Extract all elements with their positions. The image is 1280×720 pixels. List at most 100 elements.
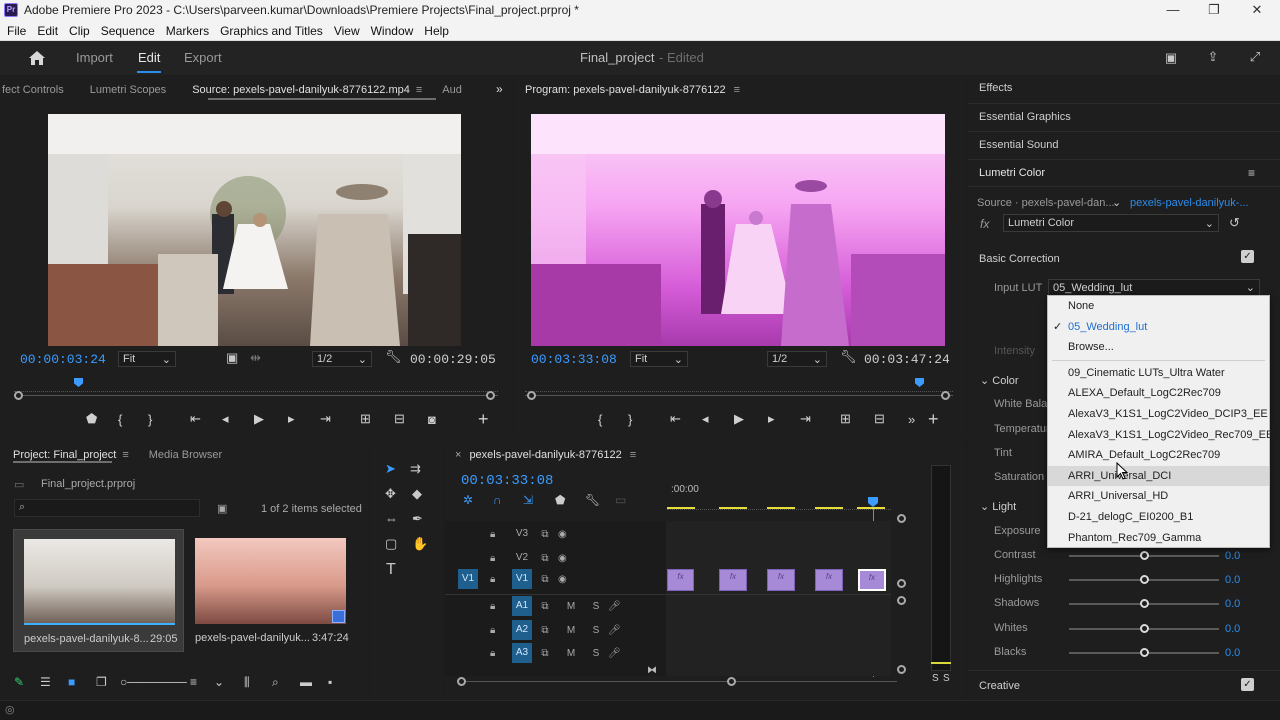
lock-icon[interactable]: 🔒︎ — [490, 574, 512, 585]
tab-source[interactable]: Source: pexels-pavel-danilyuk-8776122.mp… — [192, 84, 410, 96]
timeline-clip[interactable]: fx — [815, 569, 843, 591]
timeline-clip-selected[interactable]: fx — [858, 569, 886, 591]
eye-icon[interactable]: ◉ — [558, 574, 567, 585]
step-back-icon[interactable]: ◂ — [222, 411, 254, 427]
timeline-clip[interactable]: fx — [767, 569, 795, 591]
track-select-tool-icon[interactable]: ⇉ — [410, 461, 421, 477]
light-section-header[interactable]: ⌄ Light — [980, 500, 1016, 513]
zoom-to-fit-icon[interactable]: ⧓ — [647, 665, 657, 676]
menu-markers[interactable]: Markers — [166, 24, 209, 38]
automate-icon[interactable]: ⫼ — [244, 675, 272, 690]
go-to-out-icon[interactable]: ⇥ — [800, 411, 840, 427]
wrench-icon[interactable]: 🔧︎ — [385, 349, 402, 365]
ripple-edit-tool-icon[interactable]: ✥ — [385, 486, 396, 502]
lock-icon[interactable]: 🔒︎ — [490, 529, 512, 540]
import-tab[interactable]: Import — [76, 50, 113, 65]
edit-tab[interactable]: Edit — [138, 50, 160, 65]
contrast-value[interactable]: 0.0 — [1225, 550, 1240, 562]
timeline-clip[interactable]: fx — [719, 569, 747, 591]
mark-in-icon[interactable]: { — [118, 412, 148, 427]
sync-icon[interactable]: ⧉ — [532, 625, 558, 636]
fullscreen-icon[interactable]: ⤢ — [1246, 49, 1264, 65]
pen-tool-icon[interactable]: ✒ — [412, 511, 423, 527]
sync-icon[interactable]: ⧉ — [532, 529, 558, 540]
overwrite-icon[interactable]: ⊟ — [394, 411, 428, 427]
h-scroll-right[interactable] — [727, 677, 736, 686]
source-fit-dropdown[interactable]: Fit ⌄ — [118, 351, 176, 367]
go-to-out-icon[interactable]: ⇥ — [320, 411, 360, 427]
menu-graphics[interactable]: Graphics and Titles — [220, 24, 323, 38]
source-timecode[interactable]: 00:00:03:24 — [20, 352, 106, 367]
workspaces-icon[interactable]: ▣ — [1162, 50, 1180, 66]
panel-menu-icon[interactable]: ≡ — [734, 84, 740, 96]
mark-out-icon[interactable]: } — [148, 412, 190, 427]
step-back-icon[interactable]: ◂ — [702, 411, 734, 427]
slider-knob[interactable] — [1140, 624, 1149, 633]
mute-button[interactable]: M — [558, 625, 584, 636]
track-label[interactable]: A1 — [512, 596, 532, 616]
new-bin-icon[interactable]: ▣ — [217, 502, 227, 515]
lut-option-none[interactable]: None — [1048, 296, 1269, 317]
menu-window[interactable]: Window — [371, 24, 414, 38]
marker-icon[interactable]: ⬟ — [86, 411, 118, 427]
lock-icon[interactable]: 🔒︎ — [490, 625, 512, 636]
slider-knob[interactable] — [1140, 575, 1149, 584]
shadows-value[interactable]: 0.0 — [1225, 598, 1240, 610]
lumetri-clip-label[interactable]: pexels-pavel-danilyuk-... — [1130, 197, 1249, 209]
source-time-ruler[interactable] — [14, 382, 498, 392]
v-scroll-handle[interactable] — [897, 579, 906, 588]
solo-button[interactable]: S — [584, 648, 608, 659]
close-button[interactable]: ✕ — [1242, 1, 1272, 19]
lut-option[interactable]: ALEXA_Default_LogC2Rec709 — [1048, 383, 1269, 404]
home-icon[interactable] — [28, 50, 46, 66]
eye-icon[interactable]: ◉ — [558, 553, 567, 564]
freeform-view-icon[interactable]: ❐ — [96, 675, 120, 689]
export-tab[interactable]: Export — [184, 50, 222, 65]
lut-option-wedding[interactable]: ✓ 05_Wedding_lut — [1048, 317, 1269, 338]
creative-checkbox[interactable]: ✓ — [1241, 678, 1254, 691]
linked-selection-icon[interactable]: ⇲ — [523, 493, 555, 507]
tab-program[interactable]: Program: pexels-pavel-danilyuk-8776122 — [525, 84, 726, 96]
lumetri-source-label[interactable]: Source · pexels-pavel-dan... — [977, 197, 1115, 209]
lock-icon[interactable]: 🔒︎ — [490, 648, 512, 659]
new-item-icon[interactable]: ▪ — [328, 675, 332, 689]
tab-project[interactable]: Project: Final_project — [13, 449, 116, 461]
lock-icon[interactable]: 🔒︎ — [490, 553, 512, 564]
menu-help[interactable]: Help — [424, 24, 449, 38]
selection-tool-icon[interactable]: ➤ — [385, 461, 396, 477]
v-scroll-handle[interactable] — [897, 514, 906, 523]
mic-icon[interactable]: 🎤︎ — [608, 648, 621, 659]
snap-icon[interactable]: ∩ — [493, 493, 523, 507]
slip-tool-icon[interactable]: ⇔ — [385, 511, 398, 526]
zoom-slider[interactable]: ○─────── — [120, 675, 190, 689]
basic-correction-checkbox[interactable]: ✓ — [1241, 250, 1254, 263]
mic-icon[interactable]: 🎤︎ — [608, 601, 621, 612]
sync-icon[interactable]: ⧉ — [532, 648, 558, 659]
program-resolution-dropdown[interactable]: 1/2 ⌄ — [767, 351, 827, 367]
maximize-button[interactable]: ❐ — [1199, 1, 1229, 19]
pencil-icon[interactable]: ✎ — [14, 675, 40, 689]
program-fit-dropdown[interactable]: Fit ⌄ — [630, 351, 688, 367]
track-label[interactable]: V1 — [512, 569, 532, 589]
input-lut-dropdown[interactable]: 05_Wedding_lut ⌄ — [1048, 279, 1260, 296]
rectangle-tool-icon[interactable]: ▢ — [385, 536, 397, 552]
meter-solo-right[interactable]: S — [943, 673, 950, 684]
insert-icon[interactable]: ⊞ — [360, 411, 394, 427]
program-time-ruler[interactable] — [525, 382, 953, 392]
new-bin-icon[interactable]: ▬ — [300, 675, 328, 689]
lut-option[interactable]: Phantom_Rec709_Gamma — [1048, 528, 1269, 549]
more-icon[interactable]: » — [908, 412, 928, 427]
color-section-header[interactable]: ⌄ Color — [980, 374, 1019, 387]
v-scroll-handle[interactable] — [897, 665, 906, 674]
whites-slider[interactable] — [1069, 624, 1219, 633]
menu-file[interactable]: File — [7, 24, 26, 38]
type-tool-icon[interactable]: T — [386, 561, 396, 579]
add-button-icon[interactable]: + — [478, 409, 489, 430]
solo-button[interactable]: S — [584, 601, 608, 612]
mark-out-icon[interactable]: } — [628, 412, 670, 427]
slider-knob[interactable] — [1140, 648, 1149, 657]
minimize-button[interactable]: — — [1158, 1, 1188, 19]
add-button-icon[interactable]: + — [928, 409, 939, 430]
play-icon[interactable]: ▶ — [734, 411, 768, 427]
chevron-down-icon[interactable]: ⌄ — [1112, 196, 1121, 209]
